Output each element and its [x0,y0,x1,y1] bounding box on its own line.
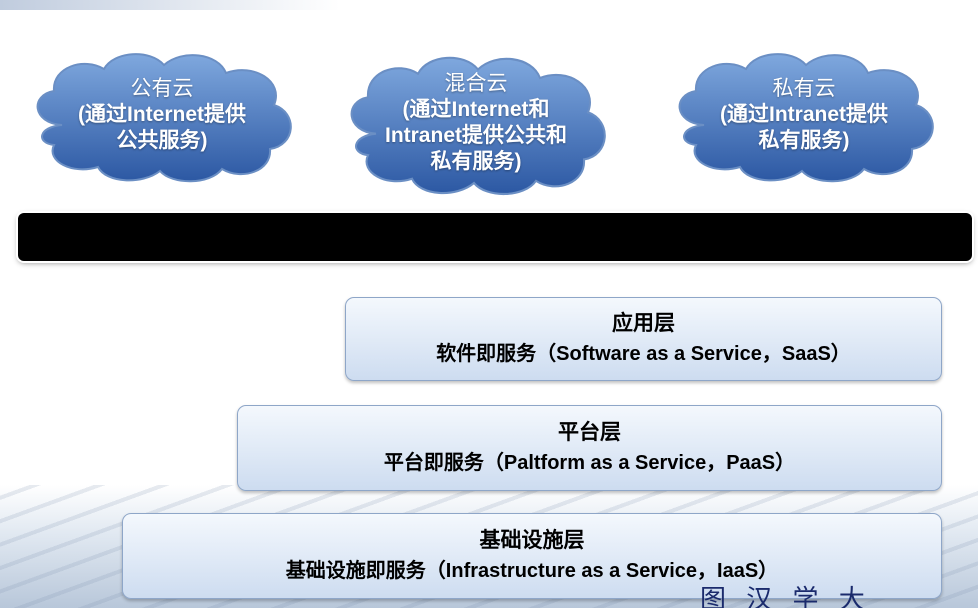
separator-bar [18,213,972,261]
layer-name: 基础设施层 [479,529,585,552]
layer-saas: 应用层 软件即服务（Software as a Service，SaaS） [345,297,942,381]
cloud-hybrid: 混合云 (通过Internet和Intranet提供公共和私有服务) [336,48,616,198]
layer-name: 应用层 [612,312,675,335]
layer-description: 平台即服务（Paltform as a Service，PaaS） [383,452,796,474]
top-decoration [0,0,340,10]
cloud-title: 混合云 [444,72,508,95]
layer-name: 平台层 [558,421,621,444]
layer-description: 软件即服务（Software as a Service，SaaS） [436,343,851,365]
layer-paas: 平台层 平台即服务（Paltform as a Service，PaaS） [237,405,942,491]
cloud-subtitle: (通过Internet提供公共服务) [78,103,246,152]
cloud-title: 公有云 [130,77,194,100]
cloud-title: 私有云 [772,77,836,100]
cloud-private: 私有云 (通过Intranet提供私有服务) [664,45,944,185]
cloud-public: 公有云 (通过Internet提供公共服务) [22,45,302,185]
university-logo: 图 汉 学 大 [700,585,871,608]
cloud-subtitle: (通过Internet和Intranet提供公共和私有服务) [384,98,567,173]
layer-description: 基础设施即服务（Infrastructure as a Service，IaaS… [285,560,779,582]
cloud-subtitle: (通过Intranet提供私有服务) [720,103,888,152]
